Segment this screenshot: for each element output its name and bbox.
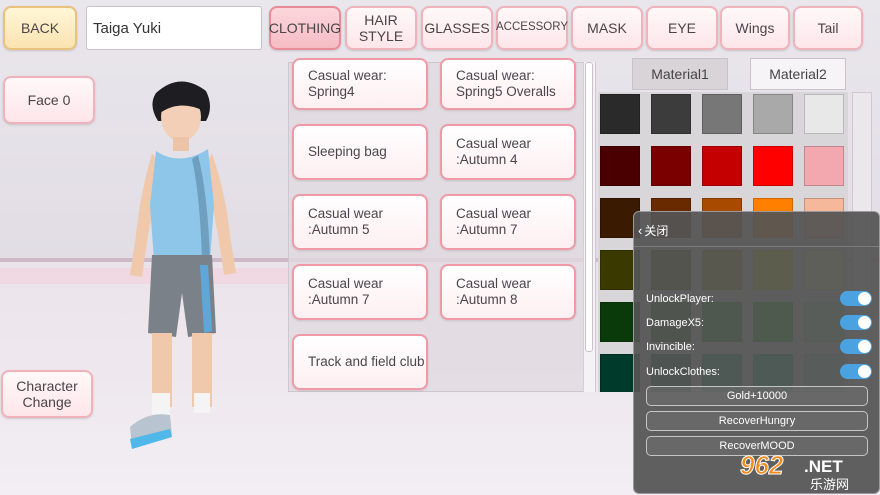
character-name-value: Taiga Yuki: [93, 19, 162, 37]
clothing-item[interactable]: Casual wear :Autumn 5: [292, 194, 428, 250]
mod-toggle-label: DamageX5:: [646, 317, 705, 329]
watermark-number: 962: [740, 450, 784, 480]
gold-button[interactable]: Gold+10000: [646, 386, 868, 406]
tab-material2[interactable]: Material2: [750, 58, 846, 90]
clothing-item[interactable]: Sleeping bag: [292, 124, 428, 180]
tab-glasses[interactable]: GLASSES: [421, 6, 493, 50]
damage-x5-toggle[interactable]: [840, 315, 872, 330]
mod-toggle-label: UnlockPlayer:: [646, 293, 714, 305]
clothing-item[interactable]: Casual wear :Autumn 7: [440, 194, 576, 250]
character-name-input[interactable]: Taiga Yuki: [86, 6, 262, 50]
mod-toggle-row: UnlockClothes:: [646, 363, 872, 381]
color-swatch[interactable]: [702, 94, 742, 134]
mod-close-button[interactable]: ‹ 关闭: [638, 222, 668, 239]
chevron-left-icon: ‹: [638, 223, 643, 238]
tab-clothing[interactable]: CLOTHING: [269, 6, 341, 50]
color-swatch[interactable]: [600, 146, 640, 186]
color-swatch[interactable]: [651, 146, 691, 186]
tab-hair-style[interactable]: HAIR STYLE: [345, 6, 417, 50]
mod-divider: [634, 246, 879, 247]
color-swatch[interactable]: [753, 94, 793, 134]
clothing-item[interactable]: Casual wear :Autumn 7: [292, 264, 428, 320]
color-swatch[interactable]: [804, 94, 844, 134]
face-label: Face: [27, 91, 59, 108]
mod-toggle-label: Invincible:: [646, 341, 695, 353]
mod-toggle-row: DamageX5:: [646, 314, 872, 332]
unlock-clothes-toggle[interactable]: [840, 364, 872, 379]
tab-eye[interactable]: EYE: [646, 6, 718, 50]
color-swatch[interactable]: [651, 94, 691, 134]
clothing-item[interactable]: Casual wear: Spring5 Overalls: [440, 58, 576, 110]
recover-hungry-button[interactable]: RecoverHungry: [646, 411, 868, 431]
tab-wings[interactable]: Wings: [720, 6, 790, 50]
color-swatch[interactable]: [753, 146, 793, 186]
color-swatch[interactable]: [702, 146, 742, 186]
mod-toggle-row: UnlockPlayer:: [646, 290, 872, 308]
mod-toggle-label: UnlockClothes:: [646, 366, 720, 378]
watermark-chinese: 乐游网: [810, 478, 849, 492]
clothing-scrollbar-thumb[interactable]: [585, 62, 593, 352]
face-value: 0: [62, 91, 71, 108]
clothing-item[interactable]: Casual wear: Spring4: [292, 58, 428, 110]
character-change-button[interactable]: Character Change: [1, 370, 93, 418]
watermark-logo: 962 .NET 乐游网: [740, 450, 850, 493]
clothing-item[interactable]: Casual wear :Autumn 4: [440, 124, 576, 180]
character-model[interactable]: [118, 75, 248, 465]
back-button[interactable]: BACK: [3, 6, 77, 50]
watermark-suffix: .NET: [804, 457, 843, 476]
tab-tail[interactable]: Tail: [793, 6, 863, 50]
color-swatch[interactable]: [804, 146, 844, 186]
mod-close-label: 关闭: [644, 224, 669, 238]
face-button[interactable]: Face 0: [3, 76, 95, 124]
tab-accessory[interactable]: ACCESSORY: [496, 6, 568, 50]
invincible-toggle[interactable]: [840, 339, 872, 354]
mod-toggle-row: Invincible:: [646, 338, 872, 356]
clothing-item[interactable]: Casual wear :Autumn 8: [440, 264, 576, 320]
tab-material1[interactable]: Material1: [632, 58, 728, 90]
unlock-player-toggle[interactable]: [840, 291, 872, 306]
color-swatch[interactable]: [600, 94, 640, 134]
clothing-item[interactable]: Track and field club: [292, 334, 428, 390]
tab-mask[interactable]: MASK: [571, 6, 643, 50]
